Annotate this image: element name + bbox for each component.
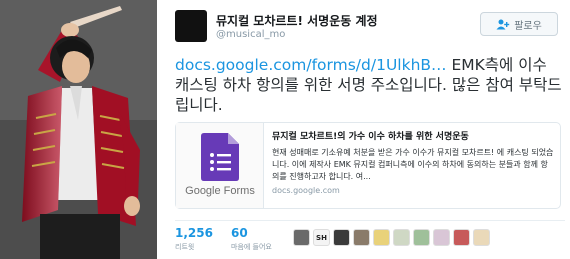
liker-avatar[interactable]	[453, 229, 470, 246]
follow-button[interactable]: 팔로우	[480, 12, 558, 36]
liker-avatar[interactable]	[353, 229, 370, 246]
tweet-text: docs.google.com/forms/d/1UlkhB… EMK측에 이수…	[175, 55, 565, 115]
tweet-link[interactable]: docs.google.com/forms/d/1UlkhB…	[175, 56, 447, 74]
liker-avatar[interactable]: SH	[313, 229, 330, 246]
profile-photo	[0, 0, 157, 259]
card-title: 뮤지컬 모차르트!의 가수 이수 하차를 위한 서명운동	[272, 132, 469, 142]
liker-avatars: SH	[293, 229, 490, 246]
likes-count: 60	[231, 226, 248, 240]
liker-avatar[interactable]	[293, 229, 310, 246]
google-forms-icon	[201, 133, 239, 185]
performer-illustration	[0, 0, 157, 259]
likes-label: 마음에 들어요	[231, 243, 272, 251]
liker-avatar[interactable]	[393, 229, 410, 246]
card-domain: docs.google.com	[272, 186, 340, 195]
card-thumbnail: Google Forms	[176, 123, 264, 208]
retweets-count: 1,256	[175, 226, 213, 240]
card-body: 뮤지컬 모차르트!의 가수 이수 하차를 위한 서명운동 현재 성매매로 기소유…	[272, 129, 554, 195]
liker-avatar[interactable]	[333, 229, 350, 246]
card-description: 현재 성매매로 기소유예 처분을 받은 가수 이수가 뮤지컬 모차르트! 에 캐…	[272, 148, 554, 181]
liker-avatar[interactable]	[373, 229, 390, 246]
follow-label: 팔로우	[514, 20, 542, 32]
liker-avatar[interactable]	[433, 229, 450, 246]
retweets-label: 리트윗	[175, 243, 195, 251]
liker-avatar[interactable]	[473, 229, 490, 246]
likes-stat[interactable]: 60 마음에 들어요	[231, 226, 272, 252]
google-forms-label: Google Forms	[185, 185, 255, 197]
tweet-panel: 뮤지컬 모차르트! 서명운동 계정 @musical_mo 팔로우 docs.g…	[157, 0, 570, 259]
account-name[interactable]: 뮤지컬 모차르트! 서명운동 계정	[216, 12, 378, 29]
account-handle[interactable]: @musical_mo	[216, 29, 285, 40]
add-user-icon	[496, 19, 510, 30]
link-preview-card[interactable]: Google Forms 뮤지컬 모차르트!의 가수 이수 하차를 위한 서명운…	[175, 122, 561, 209]
retweets-stat[interactable]: 1,256 리트윗	[175, 226, 213, 252]
tweet-stats: 1,256 리트윗 60 마음에 들어요 SH	[175, 220, 565, 253]
account-avatar[interactable]	[175, 10, 207, 42]
liker-avatar[interactable]	[413, 229, 430, 246]
